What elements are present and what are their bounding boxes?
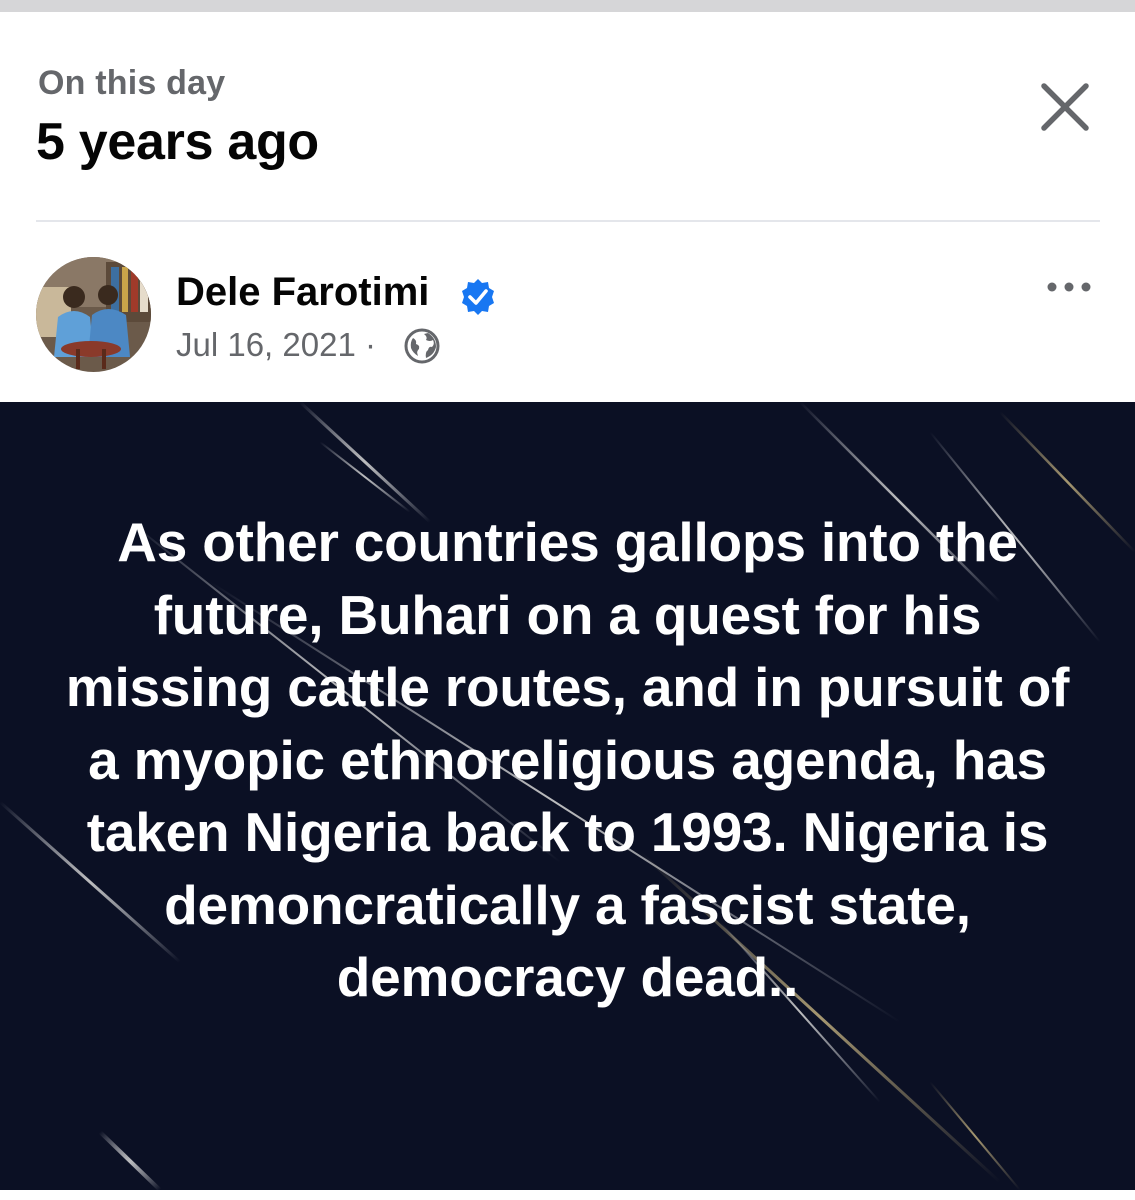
post-image[interactable]: As other countries gallops into the futu… [0,402,1135,1190]
top-edge-bar [0,0,1135,12]
bottom-edge [0,1190,1135,1200]
memory-label: On this day [38,64,226,102]
post-date[interactable]: Jul 16, 2021 · [176,326,376,364]
memory-title: 5 years ago [36,113,319,171]
author-name[interactable]: Dele Farotimi [176,270,429,315]
verified-badge-icon [459,278,497,316]
avatar[interactable] [36,257,151,372]
more-options-icon [1047,282,1091,292]
memory-header: On this day 5 years ago [0,12,1135,220]
more-options-button[interactable] [1040,272,1100,302]
post-date-text: Jul 16, 2021 [176,326,356,363]
close-icon [1041,83,1089,131]
memory-screen: On this day 5 years ago Dele Farotimi Ju… [0,0,1135,1200]
meta-separator: · [364,326,376,363]
close-button[interactable] [1030,72,1100,142]
post-header: Dele Farotimi Jul 16, 2021 · [0,222,1135,402]
post-image-text: As other countries gallops into the futu… [65,511,1070,1008]
globe-icon[interactable] [404,328,440,364]
